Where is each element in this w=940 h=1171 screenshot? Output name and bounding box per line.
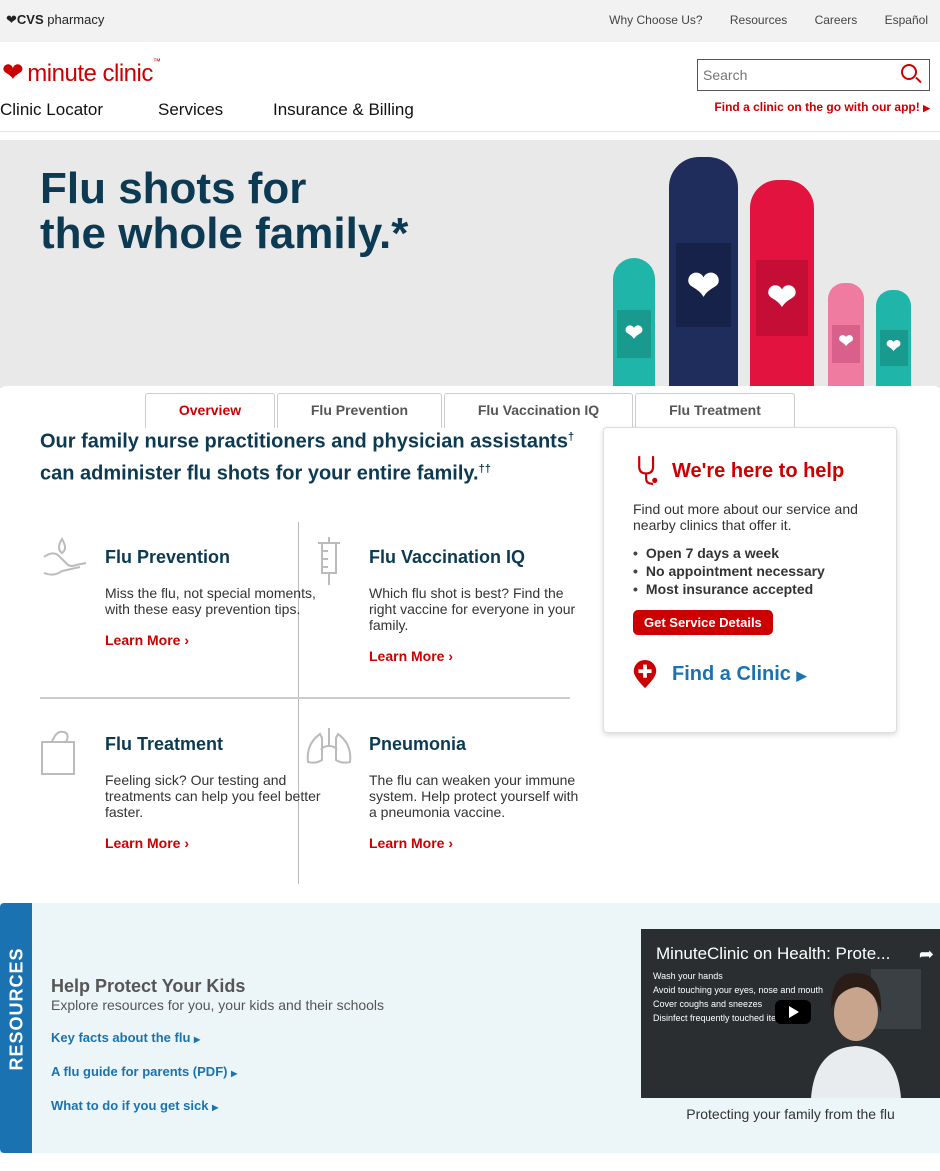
- resources-subtitle: Explore resources for you, your kids and…: [51, 997, 385, 1013]
- resource-link-key-facts[interactable]: Key facts about the flu ▶: [51, 1030, 200, 1045]
- card-body: The flu can weaken your immune system. H…: [369, 772, 579, 820]
- list-item: No appointment necessary: [633, 562, 825, 580]
- list-item: Open 7 days a week: [633, 544, 825, 562]
- util-link-resources[interactable]: Resources: [730, 13, 787, 27]
- find-a-clinic-link[interactable]: Find a Clinic ▶: [672, 663, 806, 686]
- heart-icon: ❤: [2, 57, 24, 87]
- search-icon[interactable]: [901, 64, 917, 80]
- learn-more-link[interactable]: Learn More ›: [105, 835, 325, 851]
- heart-icon: ❤: [838, 331, 854, 351]
- card-title: Flu Vaccination IQ: [369, 547, 526, 567]
- heart-icon: ❤: [686, 264, 721, 308]
- caret-right-icon: ▶: [923, 103, 930, 113]
- card-pneumonia: Pneumonia The flu can weaken your immune…: [306, 728, 589, 851]
- card-flu-vaccination-iq: Flu Vaccination IQ Which flu shot is bes…: [318, 537, 589, 664]
- util-link-espanol[interactable]: Español: [885, 13, 928, 27]
- nav-clinic-locator[interactable]: Clinic Locator: [0, 100, 103, 120]
- heart-icon: ❤: [766, 276, 798, 317]
- list-item: Most insurance accepted: [633, 580, 825, 598]
- card-flu-prevention: Flu Prevention Miss the flu, not special…: [43, 537, 325, 648]
- tab-flu-vaccination-iq[interactable]: Flu Vaccination IQ: [444, 393, 633, 428]
- hero-banner: Flu shots for the whole family.* ❤ ❤ ❤ ❤ …: [0, 140, 940, 388]
- help-blurb: Find out more about our service and near…: [633, 501, 858, 533]
- card-title: Flu Prevention: [105, 547, 231, 567]
- heart-icon: ❤: [624, 320, 644, 345]
- card-body: Which flu shot is best? Find the right v…: [369, 585, 576, 633]
- cvs-pharmacy-logo[interactable]: ❤CVS pharmacy: [6, 12, 104, 28]
- tab-flu-treatment[interactable]: Flu Treatment: [635, 393, 795, 428]
- chevron-right-icon: ›: [448, 648, 454, 664]
- minuteclinic-logo[interactable]: ❤ minute clinic™: [2, 57, 161, 88]
- card-body: Feeling sick? Our testing and treatments…: [105, 772, 321, 820]
- learn-more-link[interactable]: Learn More ›: [369, 648, 589, 664]
- help-feature-list: Open 7 days a week No appointment necess…: [633, 544, 825, 598]
- app-link[interactable]: Find a clinic on the go with our app! ▶: [714, 100, 930, 114]
- bandaid-illustration-red: ❤: [750, 180, 814, 388]
- util-link-careers[interactable]: Careers: [815, 13, 858, 27]
- stethoscope-icon: [638, 456, 658, 485]
- hero-title: Flu shots for the whole family.*: [40, 164, 409, 258]
- search-input[interactable]: [698, 60, 888, 90]
- heart-icon: ❤: [6, 12, 17, 27]
- utility-bar: ❤CVS pharmacy Why Choose Us? Resources C…: [0, 0, 940, 42]
- play-button-icon[interactable]: [775, 1000, 811, 1024]
- learn-more-link[interactable]: Learn More ›: [369, 835, 589, 851]
- chevron-right-icon: ›: [184, 835, 190, 851]
- share-icon[interactable]: ➦: [919, 944, 934, 965]
- presenter-image: [811, 969, 921, 1098]
- map-pin-icon: [633, 659, 657, 689]
- card-title: Pneumonia: [369, 734, 467, 754]
- bandaid-illustration-teal-right: ❤: [876, 290, 911, 388]
- bandaid-illustration-teal-left: ❤: [613, 258, 655, 388]
- video-player[interactable]: MinuteClinic on Health: Prote... ➦ Wash …: [641, 929, 940, 1098]
- tissue-box-icon: [41, 730, 75, 775]
- help-title: We're here to help: [672, 460, 845, 482]
- resources-tab: RESOURCES: [0, 903, 32, 1153]
- nav-insurance-billing[interactable]: Insurance & Billing: [273, 100, 414, 120]
- tab-flu-prevention[interactable]: Flu Prevention: [277, 393, 442, 428]
- help-panel: We're here to help Find out more about o…: [603, 427, 897, 733]
- card-flu-treatment: Flu Treatment Feeling sick? Our testing …: [41, 730, 325, 851]
- get-service-details-button[interactable]: Get Service Details: [633, 610, 773, 635]
- caret-right-icon: ▶: [212, 1103, 219, 1112]
- bandaid-illustration-pink: ❤: [828, 283, 864, 388]
- tab-overview[interactable]: Overview: [145, 393, 275, 428]
- video-title: MinuteClinic on Health: Prote...: [656, 944, 891, 963]
- caret-right-icon: ▶: [796, 668, 807, 683]
- heart-icon: ❤: [885, 336, 902, 356]
- learn-more-link[interactable]: Learn More ›: [105, 632, 325, 648]
- syringe-icon: [318, 537, 340, 585]
- card-title: Flu Treatment: [105, 734, 224, 754]
- caret-right-icon: ▶: [231, 1069, 238, 1078]
- lungs-icon: [306, 728, 352, 764]
- header-divider: [0, 131, 940, 132]
- video-caption: Protecting your family from the flu: [686, 1106, 895, 1122]
- card-body: Miss the flu, not special moments, with …: [105, 585, 316, 617]
- util-link-why-choose-us[interactable]: Why Choose Us?: [609, 13, 702, 27]
- bandaid-illustration-navy: ❤: [669, 157, 738, 388]
- caret-right-icon: ▶: [194, 1035, 201, 1044]
- intro-heading: Our family nurse practitioners and physi…: [40, 430, 575, 485]
- resource-link-if-sick[interactable]: What to do if you get sick ▶: [51, 1098, 218, 1113]
- hand-washing-icon: [43, 537, 87, 576]
- card-divider-horizontal: [40, 697, 570, 699]
- search-box: [697, 59, 930, 91]
- resource-link-parents-guide[interactable]: A flu guide for parents (PDF) ▶: [51, 1064, 237, 1079]
- utility-nav: Why Choose Us? Resources Careers Español: [585, 13, 928, 27]
- chevron-right-icon: ›: [184, 632, 190, 648]
- resources-title: Help Protect Your Kids: [51, 976, 246, 996]
- nav-services[interactable]: Services: [158, 100, 223, 120]
- chevron-right-icon: ›: [448, 835, 454, 851]
